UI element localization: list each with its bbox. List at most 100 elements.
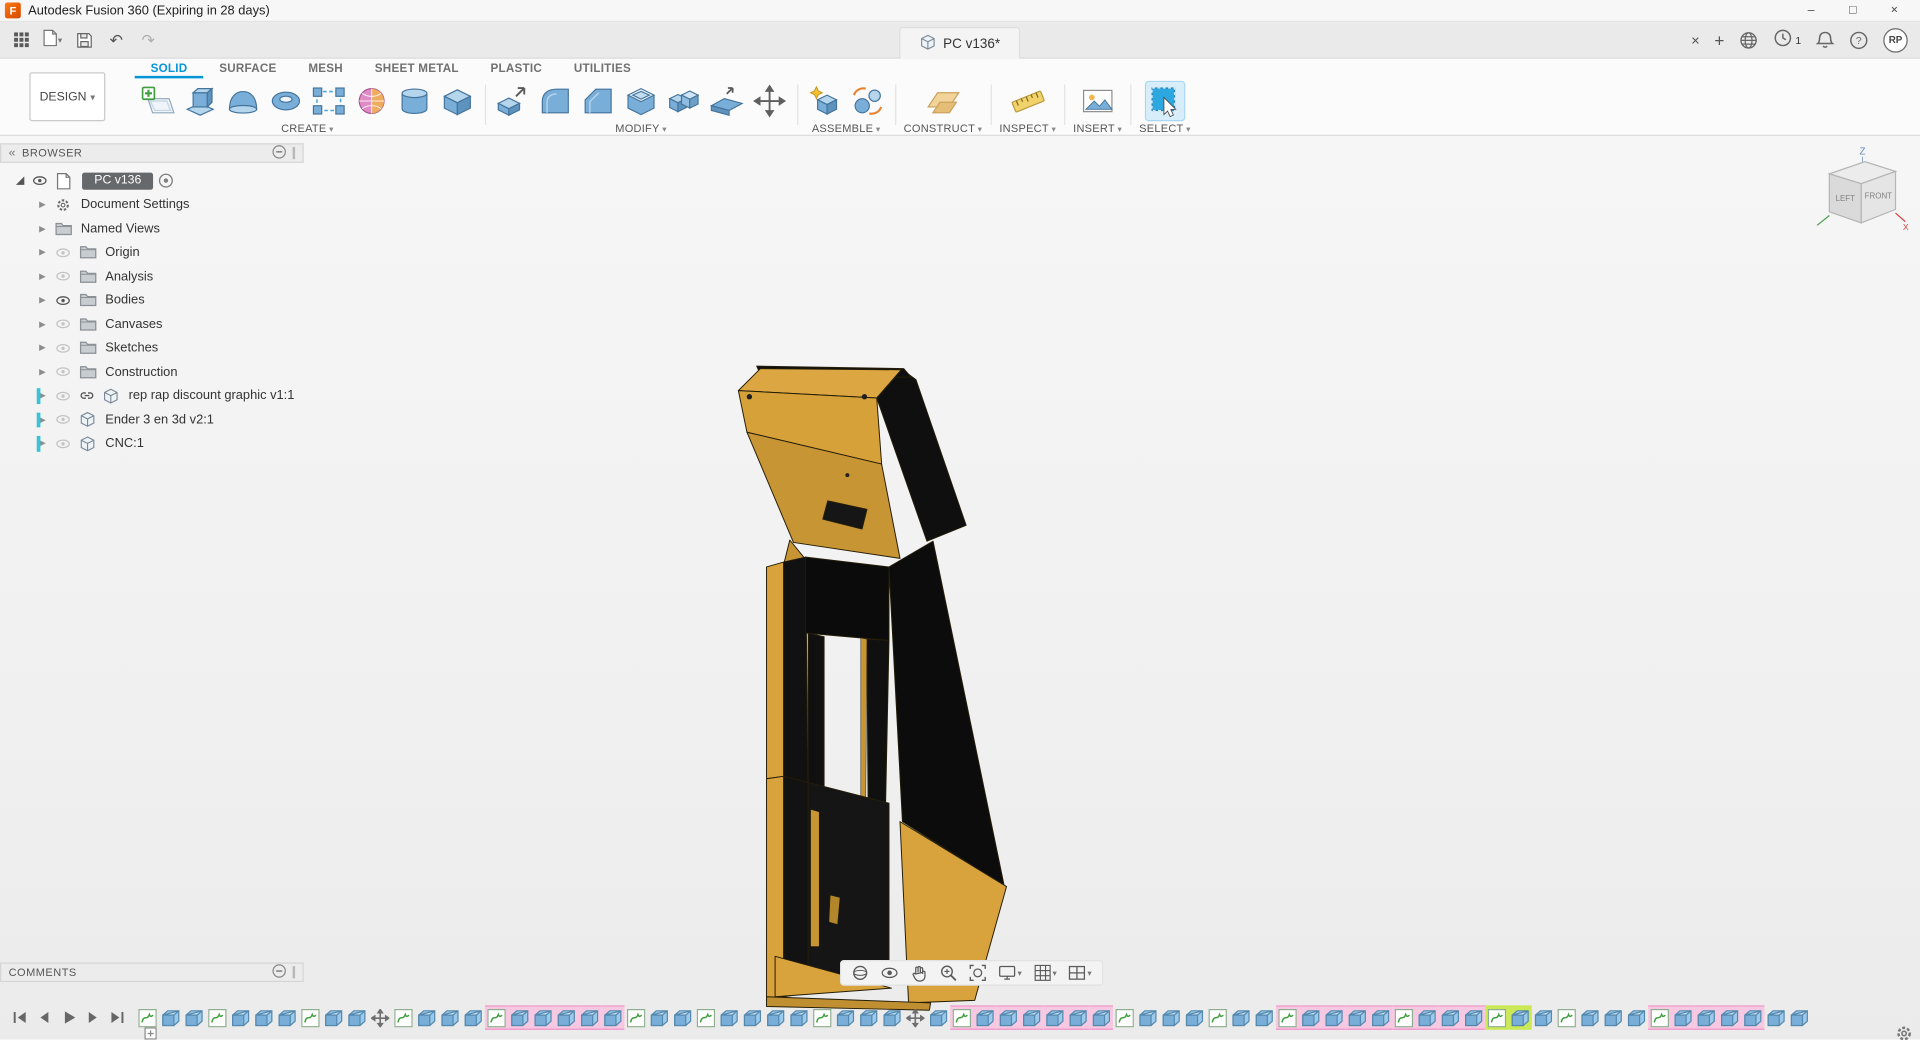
sweep-icon[interactable] bbox=[224, 81, 262, 119]
help-icon[interactable]: ? bbox=[1849, 30, 1869, 50]
timeline-feature-43[interactable] bbox=[1113, 1005, 1136, 1029]
extension-globe-icon[interactable] bbox=[1739, 30, 1759, 50]
activate-component-radio[interactable] bbox=[158, 173, 174, 189]
timeline-feature-37[interactable] bbox=[973, 1005, 997, 1030]
user-avatar[interactable]: RP bbox=[1883, 27, 1908, 53]
box-icon[interactable] bbox=[438, 81, 476, 119]
timeline-feature-41[interactable] bbox=[1066, 1005, 1090, 1030]
step-back-button[interactable] bbox=[34, 1008, 52, 1026]
timeline-feature-36[interactable] bbox=[950, 1005, 974, 1030]
timeline-feature-30[interactable] bbox=[811, 1005, 834, 1029]
view-cube[interactable]: Z LEFT FRONT X bbox=[1810, 142, 1910, 242]
ribbon-group-label-construct[interactable]: CONSTRUCT bbox=[904, 122, 983, 134]
timeline-feature-71[interactable] bbox=[1764, 1005, 1787, 1029]
browser-item-document-settings[interactable]: ▶ Document Settings bbox=[0, 193, 304, 217]
document-tab[interactable]: PC v136* bbox=[899, 26, 1021, 59]
chamfer-icon[interactable] bbox=[579, 81, 617, 119]
expander-icon[interactable]: ▶ bbox=[39, 343, 55, 353]
timeline-feature-48[interactable] bbox=[1229, 1005, 1252, 1029]
insert-image-icon[interactable] bbox=[1079, 81, 1117, 119]
timeline-feature-61[interactable] bbox=[1532, 1005, 1555, 1029]
expander-icon[interactable]: ▶ bbox=[39, 319, 55, 330]
browser-item-rep-rap-discount-graphic-v1-1[interactable]: ▶ rep rap discount graphic v1:1 bbox=[0, 384, 304, 408]
timeline-feature-24[interactable] bbox=[671, 1005, 694, 1029]
zoom-button[interactable] bbox=[936, 962, 962, 983]
panel-grip[interactable] bbox=[292, 966, 296, 979]
cylinder-icon[interactable] bbox=[396, 81, 434, 119]
go-to-end-button[interactable] bbox=[108, 1008, 126, 1026]
close-tab-icon[interactable]: × bbox=[1691, 31, 1700, 48]
remove-panel-icon[interactable] bbox=[272, 964, 287, 981]
timeline-feature-60[interactable] bbox=[1508, 1005, 1532, 1030]
visibility-eye-icon[interactable] bbox=[32, 173, 56, 189]
timeline-feature-27[interactable] bbox=[741, 1005, 764, 1029]
timeline-feature-67[interactable] bbox=[1671, 1005, 1695, 1030]
browser-root-row[interactable]: ◢ PC v136 bbox=[0, 169, 304, 193]
timeline-feature-47[interactable] bbox=[1206, 1005, 1229, 1029]
ribbon-group-label-modify[interactable]: MODIFY bbox=[615, 122, 667, 134]
timeline-feature-31[interactable] bbox=[834, 1005, 857, 1029]
timeline-feature-59[interactable] bbox=[1485, 1005, 1509, 1030]
replace-face-icon[interactable] bbox=[708, 81, 746, 119]
expander-icon[interactable]: ▶ bbox=[39, 272, 55, 282]
look-at-button[interactable] bbox=[877, 962, 903, 983]
timeline-settings-gear-icon[interactable] bbox=[1896, 1025, 1913, 1040]
timeline-feature-9[interactable] bbox=[322, 1005, 345, 1029]
grid-settings-button[interactable]: ▾ bbox=[1029, 962, 1060, 983]
undo-button[interactable]: ↶ bbox=[103, 26, 130, 53]
timeline-feature-26[interactable] bbox=[718, 1005, 741, 1029]
timeline-feature-34[interactable] bbox=[904, 1005, 927, 1029]
timeline-feature-22[interactable] bbox=[624, 1005, 647, 1029]
fit-button[interactable] bbox=[965, 962, 991, 983]
timeline-feature-49[interactable] bbox=[1253, 1005, 1276, 1029]
visibility-eye-icon[interactable] bbox=[55, 340, 79, 356]
timeline-feature-58[interactable] bbox=[1462, 1005, 1486, 1030]
ribbon-group-label-insert[interactable]: INSERT bbox=[1073, 122, 1122, 134]
close-button[interactable]: × bbox=[1873, 0, 1915, 21]
file-menu-button[interactable]: ▾ bbox=[39, 26, 66, 53]
timeline-feature-3[interactable] bbox=[182, 1005, 205, 1029]
timeline-feature-18[interactable] bbox=[531, 1005, 555, 1030]
timeline-feature-50[interactable] bbox=[1275, 1005, 1300, 1030]
timeline-feature-52[interactable] bbox=[1322, 1005, 1346, 1030]
ribbon-tab-surface[interactable]: SURFACE bbox=[203, 60, 292, 78]
timeline-feature-44[interactable] bbox=[1136, 1005, 1159, 1029]
timeline-feature-16[interactable] bbox=[484, 1005, 509, 1030]
timeline-feature-8[interactable] bbox=[299, 1005, 322, 1029]
redo-button[interactable]: ↷ bbox=[135, 26, 162, 53]
visibility-eye-icon[interactable] bbox=[55, 316, 79, 332]
timeline-feature-15[interactable] bbox=[462, 1005, 485, 1029]
press-pull-icon[interactable] bbox=[493, 81, 531, 119]
shell-icon[interactable] bbox=[622, 81, 660, 119]
timeline-feature-6[interactable] bbox=[252, 1005, 275, 1029]
expander-icon[interactable]: ▶ bbox=[39, 367, 55, 377]
go-to-start-button[interactable] bbox=[10, 1008, 28, 1026]
browser-item-ender-3-en-3d-v2-1[interactable]: ▶ Ender 3 en 3d v2:1 bbox=[0, 408, 304, 432]
visibility-eye-icon[interactable] bbox=[55, 245, 79, 261]
measure-icon[interactable] bbox=[1009, 81, 1047, 119]
ribbon-tab-sheet-metal[interactable]: SHEET METAL bbox=[359, 60, 475, 78]
fillet-icon[interactable] bbox=[536, 81, 574, 119]
collapse-panel-icon[interactable]: « bbox=[9, 146, 16, 159]
notifications-bell-icon[interactable] bbox=[1815, 30, 1835, 50]
expander-icon[interactable]: ▶ bbox=[39, 391, 55, 401]
timeline-feature-39[interactable] bbox=[1020, 1005, 1044, 1030]
expander-icon[interactable]: ◢ bbox=[16, 174, 32, 187]
timeline-feature-63[interactable] bbox=[1578, 1005, 1601, 1029]
timeline-feature-65[interactable] bbox=[1625, 1005, 1648, 1029]
timeline-feature-66[interactable] bbox=[1648, 1005, 1672, 1030]
form-icon[interactable] bbox=[353, 81, 391, 119]
visibility-eye-icon[interactable] bbox=[55, 436, 79, 452]
new-component-icon[interactable] bbox=[806, 81, 844, 119]
ribbon-tab-solid[interactable]: SOLID bbox=[135, 60, 204, 78]
browser-item-cnc-1[interactable]: ▶ CNC:1 bbox=[0, 432, 304, 456]
timeline-feature-40[interactable] bbox=[1043, 1005, 1067, 1030]
timeline-feature-55[interactable] bbox=[1392, 1005, 1416, 1030]
browser-item-analysis[interactable]: ▶ Analysis bbox=[0, 264, 304, 288]
play-button[interactable] bbox=[59, 1008, 77, 1026]
timeline-feature-2[interactable] bbox=[159, 1005, 182, 1029]
timeline-feature-62[interactable] bbox=[1555, 1005, 1578, 1029]
browser-header[interactable]: « BROWSER bbox=[0, 143, 304, 163]
timeline-feature-32[interactable] bbox=[857, 1005, 880, 1029]
timeline-feature-45[interactable] bbox=[1160, 1005, 1183, 1029]
